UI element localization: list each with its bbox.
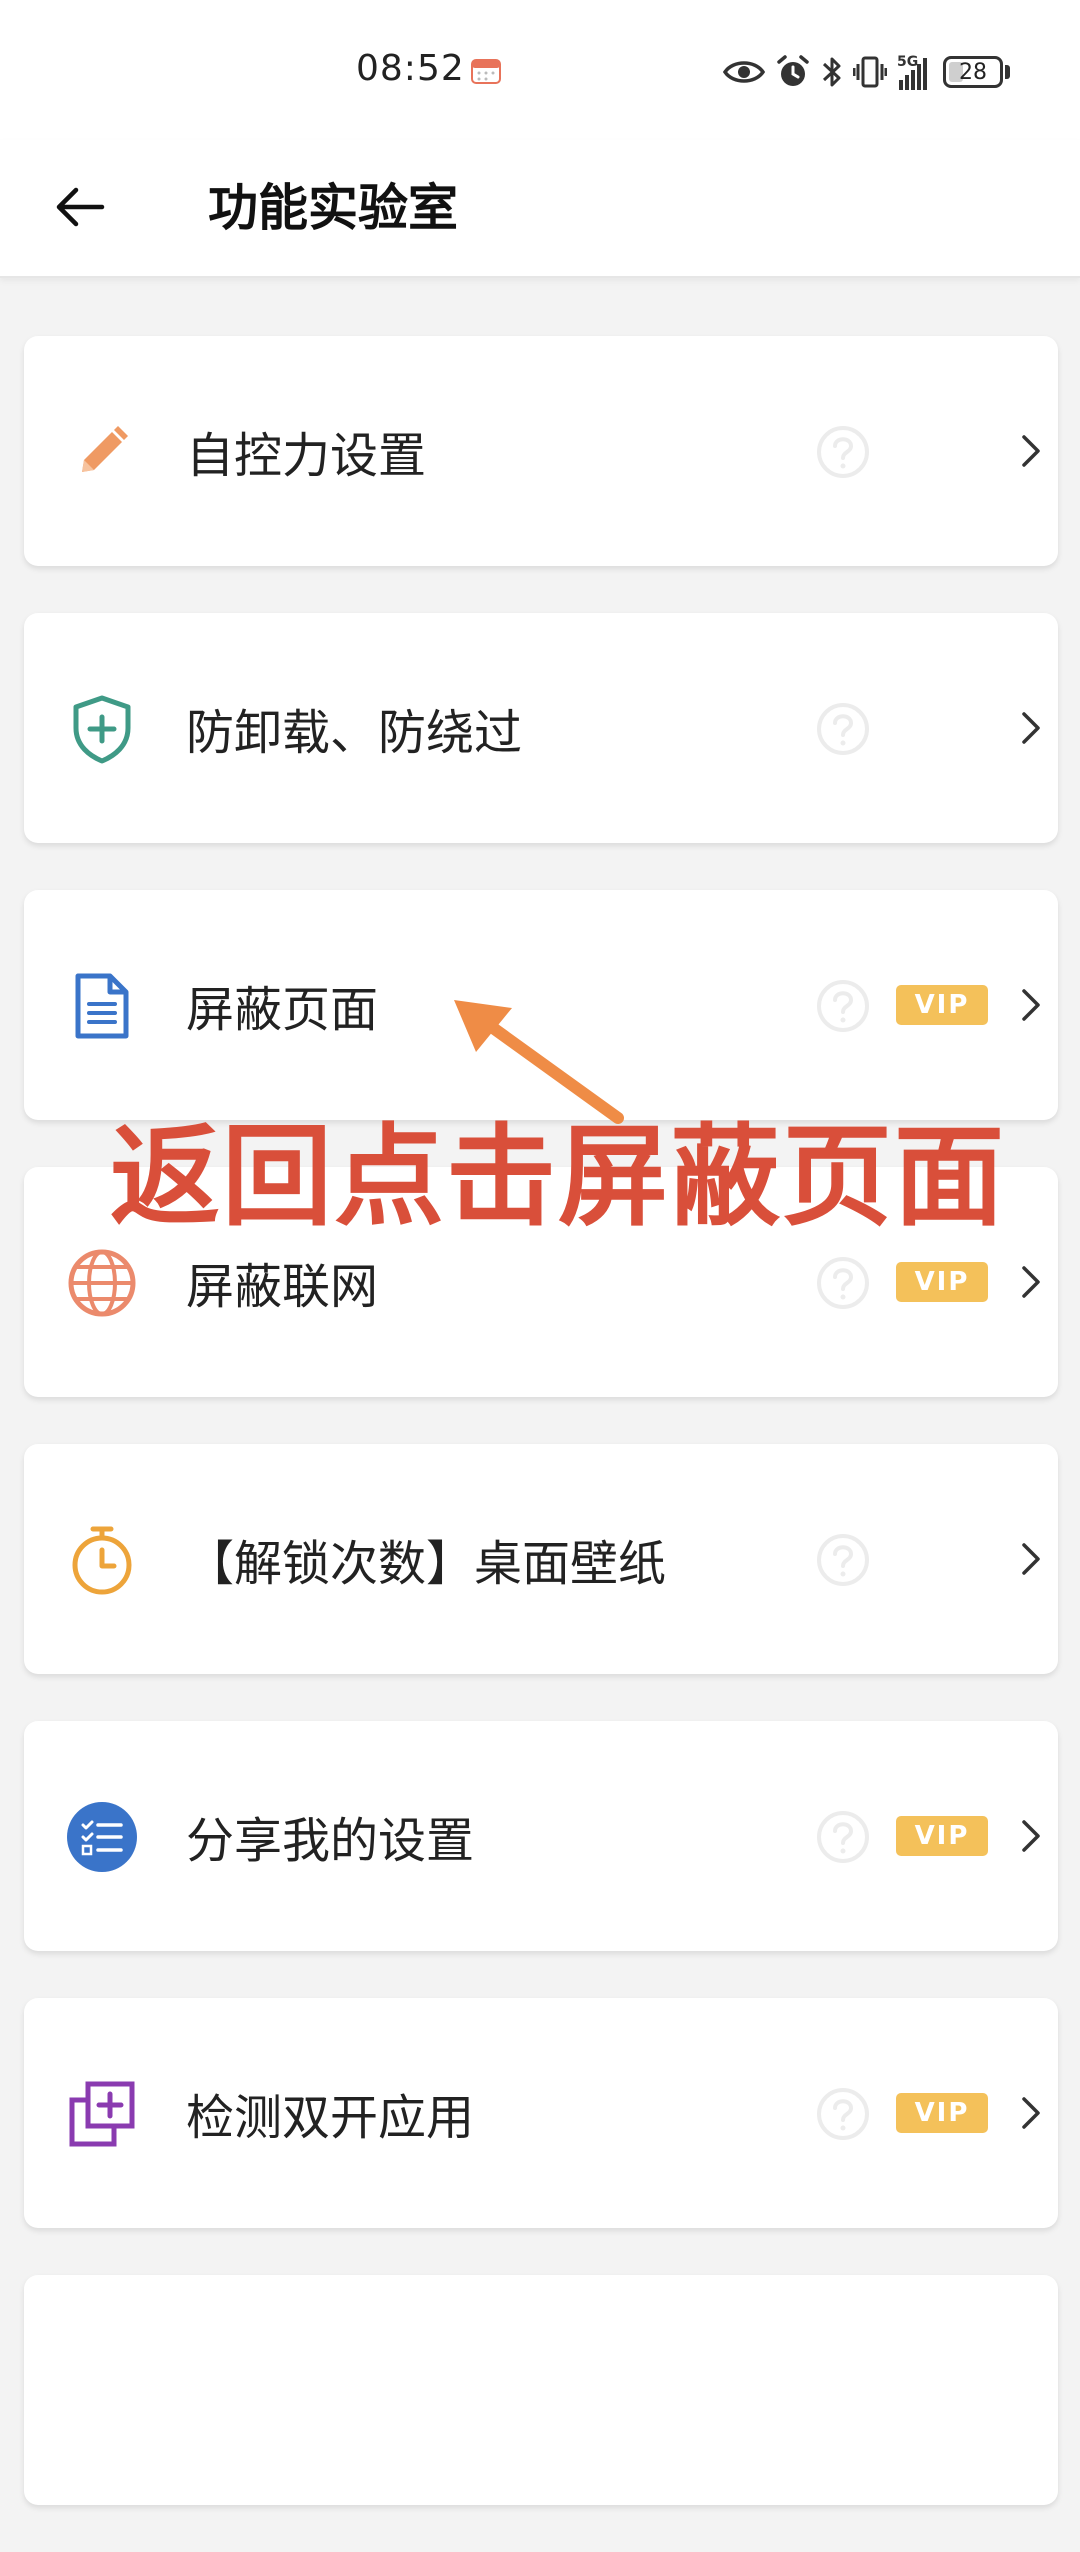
alarm-icon (777, 55, 809, 86)
status-time: 08:52 (356, 48, 465, 89)
status-bar: 08:52 5G 28 (0, 0, 1080, 140)
globe-icon (66, 1247, 138, 1319)
list-item-anti-uninstall[interactable]: 防卸载、防绕过 (24, 613, 1058, 843)
help-icon[interactable] (816, 425, 870, 479)
chevron-right-icon (1022, 1820, 1040, 1852)
list-item-partial[interactable] (24, 2275, 1058, 2505)
checklist-icon (66, 1801, 138, 1873)
vip-badge: VIP (896, 1262, 988, 1302)
help-icon[interactable] (816, 2087, 870, 2141)
chevron-right-icon (1022, 2097, 1040, 2129)
list-item-label: 屏蔽页面 (186, 982, 379, 1038)
pencil-icon (66, 416, 138, 488)
chevron-right-icon (1022, 989, 1040, 1021)
vibrate-icon (853, 56, 887, 88)
page-title: 功能实验室 (208, 179, 458, 237)
vip-badge: VIP (896, 985, 988, 1025)
list-item-label: 自控力设置 (186, 428, 427, 484)
list-item-label: 【解锁次数】桌面壁纸 (186, 1536, 667, 1592)
help-icon[interactable] (816, 1256, 870, 1310)
help-icon[interactable] (816, 979, 870, 1033)
chevron-right-icon (1022, 1543, 1040, 1575)
feature-list: 自控力设置 防卸载、防绕过 屏蔽页面 VIP 屏蔽联网 VIP 【解锁次数】桌面… (24, 336, 1058, 2552)
vip-badge: VIP (896, 1816, 988, 1856)
signal-icon: 5G (897, 54, 927, 90)
dual-app-icon (66, 2078, 138, 2150)
arrow-left-icon (56, 187, 105, 227)
list-item-detect-dual-app[interactable]: 检测双开应用 VIP (24, 1998, 1058, 2228)
chevron-right-icon (1022, 435, 1040, 467)
list-item-share-settings[interactable]: 分享我的设置 VIP (24, 1721, 1058, 1951)
battery-level: 28 (959, 59, 987, 85)
stopwatch-icon (66, 1524, 138, 1596)
chevron-right-icon (1022, 712, 1040, 744)
eye-icon (723, 61, 765, 83)
help-icon[interactable] (816, 1810, 870, 1864)
help-icon[interactable] (816, 702, 870, 756)
app-bar: 功能实验室 (0, 140, 1080, 278)
vip-badge: VIP (896, 2093, 988, 2133)
shield-plus-icon (66, 693, 138, 765)
chevron-right-icon (1022, 1266, 1040, 1298)
network-type: 5G (897, 54, 919, 70)
bluetooth-icon (822, 57, 841, 87)
list-item-label: 分享我的设置 (186, 1813, 475, 1869)
battery-icon: 28 (943, 56, 1010, 88)
annotation-text: 返回点击屏蔽页面 (110, 1113, 1006, 1241)
calendar-icon (471, 59, 501, 84)
list-item-label: 检测双开应用 (186, 2090, 475, 2146)
list-item-self-control[interactable]: 自控力设置 (24, 336, 1058, 566)
document-icon (66, 970, 138, 1042)
status-icons: 5G 28 (723, 52, 1010, 92)
back-button[interactable] (40, 167, 120, 247)
help-icon[interactable] (816, 1533, 870, 1587)
list-item-unlock-wallpaper[interactable]: 【解锁次数】桌面壁纸 (24, 1444, 1058, 1674)
list-item-label: 防卸载、防绕过 (186, 705, 523, 761)
